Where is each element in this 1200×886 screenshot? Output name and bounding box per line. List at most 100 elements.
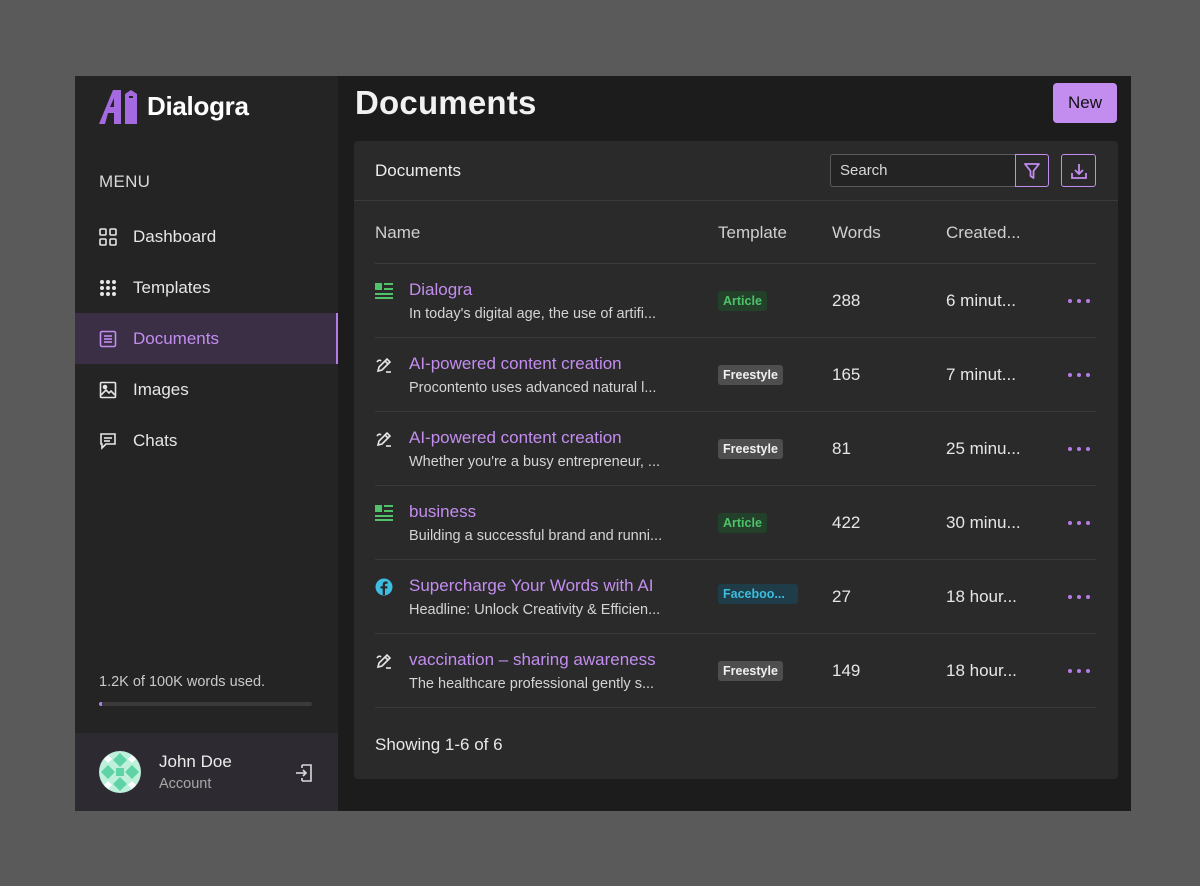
column-header-words[interactable]: Words (832, 223, 946, 243)
template-cell: Article (718, 512, 832, 533)
download-button[interactable] (1061, 154, 1096, 187)
facebook-icon (375, 578, 393, 596)
usage-text: 1.2K of 100K words used. (99, 674, 266, 690)
sidebar-item-chats[interactable]: Chats (75, 415, 338, 466)
word-count: 288 (832, 290, 861, 310)
sidebar-item-templates[interactable]: Templates (75, 262, 338, 313)
main-content: Documents New Documents Search Name Temp… (338, 76, 1131, 811)
page-title: Documents (355, 84, 537, 121)
more-options-icon[interactable] (1068, 662, 1090, 680)
card-title: Documents (375, 161, 461, 180)
image-icon (99, 381, 117, 399)
table-row[interactable]: AI-powered content creation Procontento … (375, 338, 1096, 412)
template-badge: Freestyle (718, 364, 783, 385)
template-badge: Article (718, 512, 767, 533)
sidebar: Dialogra MENU Dashboard Templates Docume… (75, 76, 338, 811)
sidebar-item-label: Images (133, 379, 189, 399)
table-row[interactable]: AI-powered content creation Whether you'… (375, 412, 1096, 486)
sidebar-item-documents[interactable]: Documents (75, 313, 338, 364)
document-excerpt: The healthcare professional gently s... (409, 675, 655, 692)
document-title-link[interactable]: AI-powered content creation (409, 354, 656, 374)
sidebar-item-label: Chats (133, 430, 178, 450)
template-badge: Article (718, 290, 767, 311)
logout-icon[interactable] (294, 763, 314, 783)
table-row[interactable]: vaccination – sharing awareness The heal… (375, 634, 1096, 708)
more-options-icon[interactable] (1068, 366, 1090, 384)
menu-label: MENU (99, 172, 151, 191)
table-row[interactable]: Supercharge Your Words with AI Headline:… (375, 560, 1096, 634)
filter-button[interactable] (1015, 154, 1049, 187)
template-cell: Freestyle (718, 438, 832, 459)
table-row[interactable]: business Building a successful brand and… (375, 486, 1096, 560)
document-title-link[interactable]: AI-powered content creation (409, 428, 660, 448)
word-count: 27 (832, 586, 851, 606)
sidebar-item-dashboard[interactable]: Dashboard (75, 211, 338, 262)
sidebar-item-label: Documents (133, 328, 219, 348)
new-button[interactable]: New (1053, 83, 1117, 123)
name-cell: vaccination – sharing awareness The heal… (375, 650, 718, 692)
template-cell: Freestyle (718, 364, 832, 385)
created-time: 18 hour... (946, 660, 1017, 680)
name-cell: business Building a successful brand and… (375, 502, 718, 544)
document-title-link[interactable]: vaccination – sharing awareness (409, 650, 656, 670)
word-count: 165 (832, 364, 861, 384)
word-count: 422 (832, 512, 861, 532)
user-name: John Doe (159, 752, 232, 771)
document-title-link[interactable]: business (409, 502, 662, 522)
table-header: Name Template Words Created... (375, 202, 1096, 264)
name-cell: AI-powered content creation Whether you'… (375, 428, 718, 470)
created-time: 6 minut... (946, 290, 1016, 310)
more-options-icon[interactable] (1068, 440, 1090, 458)
name-cell: AI-powered content creation Procontento … (375, 354, 718, 396)
word-count: 149 (832, 660, 861, 680)
document-excerpt: Procontento uses advanced natural l... (409, 379, 657, 396)
template-badge: Faceboo... (718, 584, 798, 604)
template-badge: Freestyle (718, 660, 783, 681)
app-window: Dialogra MENU Dashboard Templates Docume… (75, 76, 1131, 811)
column-header-created[interactable]: Created... (946, 223, 1066, 243)
table-row[interactable]: Dialogra In today's digital age, the use… (375, 264, 1096, 338)
more-options-icon[interactable] (1068, 588, 1090, 606)
download-icon (1070, 163, 1087, 179)
brand-name: Dialogra (147, 90, 249, 121)
template-cell: Freestyle (718, 660, 832, 681)
search-input[interactable] (830, 154, 1015, 187)
avatar[interactable] (99, 751, 141, 793)
document-icon (99, 330, 117, 348)
usage-progress-fill (99, 702, 102, 706)
document-title-link[interactable]: Supercharge Your Words with AI (409, 576, 660, 596)
document-excerpt: Building a successful brand and runni... (409, 527, 663, 544)
document-excerpt: Whether you're a busy entrepreneur, ... (409, 453, 661, 470)
document-excerpt: Headline: Unlock Creativity & Efficien..… (409, 601, 661, 618)
article-icon (375, 504, 393, 522)
chat-icon (99, 432, 117, 450)
more-options-icon[interactable] (1068, 514, 1090, 532)
name-cell: Supercharge Your Words with AI Headline:… (375, 576, 718, 618)
logo[interactable]: Dialogra (97, 86, 249, 126)
pencil-icon (375, 652, 393, 670)
document-excerpt: In today's digital age, the use of artif… (409, 305, 656, 322)
table-body: Dialogra In today's digital age, the use… (375, 264, 1096, 708)
user-account[interactable]: John Doe Account (75, 733, 338, 811)
column-header-template[interactable]: Template (718, 223, 832, 243)
created-time: 25 minu... (946, 438, 1021, 458)
user-subtitle: Account (159, 776, 212, 792)
logo-icon (99, 90, 137, 124)
card-header: Documents (354, 141, 1118, 201)
column-header-name[interactable]: Name (375, 223, 718, 243)
pencil-icon (375, 430, 393, 448)
dots-grid-icon (99, 279, 117, 297)
more-options-icon[interactable] (1068, 292, 1090, 310)
pagination-summary: Showing 1-6 of 6 (375, 735, 503, 754)
filter-icon (1024, 162, 1040, 179)
created-time: 30 minu... (946, 512, 1021, 532)
documents-table: Name Template Words Created... Dialogra … (375, 202, 1096, 708)
template-badge: Freestyle (718, 438, 783, 459)
sidebar-item-label: Dashboard (133, 226, 217, 246)
template-cell: Faceboo... (718, 584, 832, 609)
name-cell: Dialogra In today's digital age, the use… (375, 280, 718, 322)
sidebar-item-images[interactable]: Images (75, 364, 338, 415)
document-title-link[interactable]: Dialogra (409, 280, 656, 300)
article-icon (375, 282, 393, 300)
created-time: 18 hour... (946, 586, 1017, 606)
